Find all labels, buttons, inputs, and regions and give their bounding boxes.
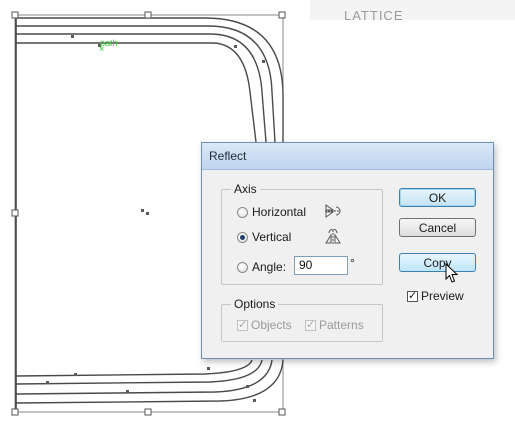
checkbox-objects[interactable]: ✓ Objects	[237, 318, 292, 332]
preview-label: Preview	[421, 289, 464, 303]
objects-label: Objects	[251, 318, 292, 332]
patterns-label: Patterns	[319, 318, 364, 332]
objects-checkbox[interactable]: ✓	[237, 319, 248, 331]
radio-horizontal[interactable]: Horizontal	[237, 205, 306, 219]
dialog-title: Reflect	[209, 149, 247, 163]
axis-group-title: Axis	[231, 182, 260, 196]
radio-angle[interactable]: Angle:	[237, 260, 286, 274]
mouse-cursor-icon	[445, 263, 459, 283]
angle-label: Angle:	[252, 260, 287, 274]
radio-horizontal-label[interactable]: Horizontal	[252, 205, 306, 219]
checkbox-preview[interactable]: ✓ Preview	[407, 289, 464, 303]
radio-vertical-label[interactable]: Vertical	[252, 230, 291, 244]
options-group: Options ✓ Objects ✓ Patterns	[221, 297, 383, 342]
angle-input[interactable]: 90	[294, 256, 348, 275]
reflect-dialog: Reflect Axis Horizontal Vertical Angle:	[201, 142, 494, 359]
radio-horizontal-button[interactable]	[237, 206, 248, 218]
radio-angle-button[interactable]	[237, 261, 248, 273]
patterns-checkbox[interactable]: ✓	[305, 319, 316, 331]
reflect-vertical-icon	[325, 229, 341, 244]
radio-vertical-button[interactable]	[237, 231, 248, 243]
radio-vertical[interactable]: Vertical	[237, 230, 291, 244]
cancel-button[interactable]: Cancel	[399, 218, 476, 237]
top-right-text: LATTICE	[344, 9, 404, 20]
reflect-horizontal-icon	[325, 204, 341, 218]
preview-checkbox[interactable]: ✓	[407, 290, 418, 302]
checkbox-patterns[interactable]: ✓ Patterns	[305, 318, 364, 332]
copy-button[interactable]: Copy	[399, 253, 476, 272]
ok-button[interactable]: OK	[399, 188, 476, 207]
options-group-title: Options	[231, 297, 279, 311]
path-hint-label: path	[100, 38, 118, 48]
top-right-text-area: LATTICE	[310, 0, 515, 20]
dialog-titlebar[interactable]: Reflect	[202, 143, 493, 170]
degree-symbol: °	[350, 256, 355, 270]
